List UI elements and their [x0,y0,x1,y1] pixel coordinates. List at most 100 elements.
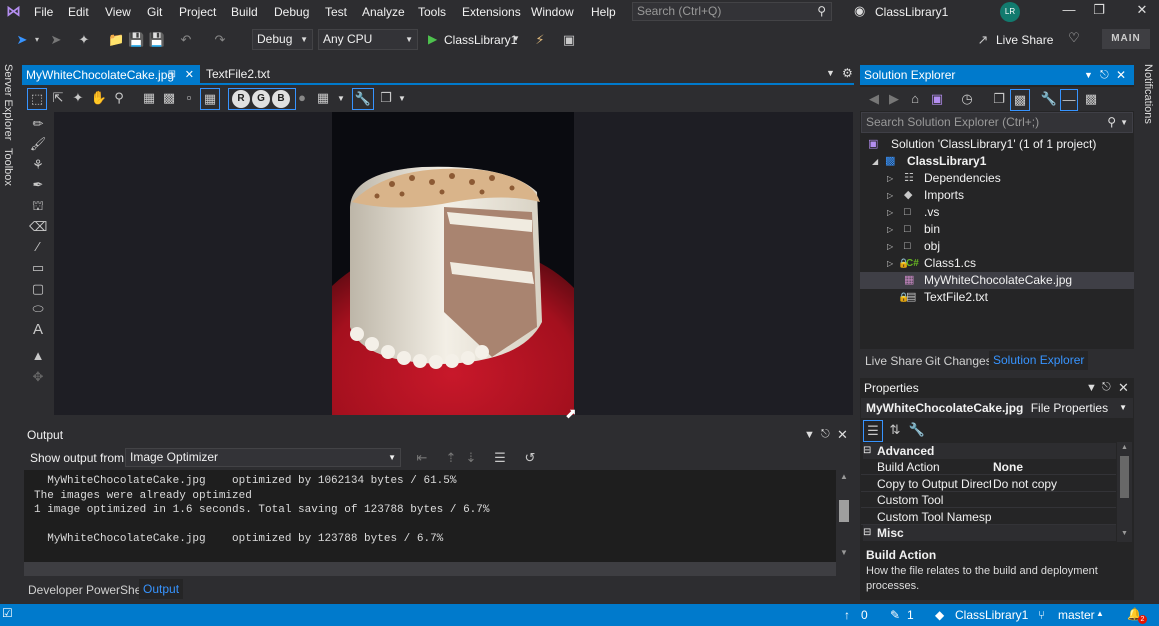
pin-icon[interactable]: ⊞ [168,65,176,85]
tree-item-obj-folder[interactable]: ▷ □ obj [860,238,1134,255]
property-pages-icon[interactable]: 🔧 [908,420,926,440]
hot-reload-icon[interactable]: ⚡ [531,30,549,50]
avatar[interactable]: LR [1000,2,1020,22]
se-class-diagram-icon[interactable]: ▩ [1082,89,1100,109]
tab-image-file[interactable]: MyWhiteChocolateCake.jpg ⊞ ✕ [22,65,200,85]
se-pending-changes-icon[interactable]: ◷ [958,89,976,109]
actual-size-icon[interactable]: ▦ [140,88,158,108]
menu-file[interactable]: File [34,5,53,19]
menu-view[interactable]: View [105,5,131,19]
properties-menu-icon[interactable]: ▼ [1086,382,1097,394]
tree-item-class1[interactable]: ▷ 🔒 C# Class1.cs [860,255,1134,272]
gear-icon[interactable]: ⚙ [842,66,853,80]
tab-output[interactable]: Output [139,579,184,599]
red-channel-button[interactable]: R [232,90,250,108]
eraser-icon[interactable]: ⌫ [29,217,47,237]
airbrush-icon[interactable]: ⚘ [29,155,47,175]
previous-message-icon[interactable]: ⇡ [442,448,460,468]
se-show-all-files-icon[interactable]: ▩ [1010,89,1030,111]
output-panel-menu-icon[interactable]: ▼ [804,429,815,441]
ellipse-icon[interactable]: ⬭ [29,299,47,319]
back-icon[interactable]: ➤ [14,30,30,50]
text-icon[interactable]: A [29,320,47,340]
tree-item-dependencies[interactable]: ▷ ☷ Dependencies [860,170,1134,187]
new-project-icon[interactable]: ✦ [76,30,92,50]
alpha-channel-icon[interactable]: ● [294,88,310,108]
ready-icon[interactable]: ☑ [2,606,13,620]
rounded-rectangle-icon[interactable]: ▢ [29,279,47,299]
grid-icon[interactable]: ▦ [200,88,220,110]
green-channel-button[interactable]: G [252,90,270,108]
tree-item-vs-folder[interactable]: ▷ □ .vs [860,204,1134,221]
magic-wand-icon[interactable]: ✦ [70,88,86,108]
clear-all-icon[interactable]: ☰ [490,448,510,468]
repository-icon[interactable]: ◆ [935,608,944,622]
tree-item-imports[interactable]: ▷ ◆ Imports [860,187,1134,204]
menu-extensions[interactable]: Extensions [462,5,521,19]
tab-text-file[interactable]: TextFile2.txt [206,67,270,81]
tab-git-changes[interactable]: Git Changes [925,354,992,368]
menu-analyze[interactable]: Analyze [362,5,405,19]
menu-window[interactable]: Window [531,5,574,19]
properties-close-icon[interactable]: ✕ [1118,380,1129,396]
branch-icon[interactable]: ⑂ [1038,608,1045,622]
save-all-icon[interactable]: 💾 [148,30,166,50]
live-share-icon[interactable]: ↗ [976,30,990,50]
word-wrap-icon[interactable]: ↺ [520,448,540,468]
properties-wrench-icon[interactable]: 🔧 [352,88,374,110]
scroll-down-icon[interactable]: ▼ [840,548,848,557]
rectangle-select-icon[interactable]: ⬚ [27,88,47,110]
tab-live-share[interactable]: Live Share [865,354,922,368]
se-menu-icon[interactable]: ▼ [1084,65,1093,85]
save-icon[interactable]: 💾 [128,30,144,50]
rotate-icon[interactable]: ▲ [29,346,47,366]
property-row-custom-tool-namespace[interactable]: Custom Tool Namespace [861,509,1116,525]
tree-item-project[interactable]: ◢ ▩ ClassLibrary1 [860,153,1134,170]
brush-icon[interactable]: 🖌 [29,134,47,154]
collapsed-arrow-icon[interactable]: ▷ [887,187,893,204]
platform-select[interactable]: Any CPU ▼ [318,29,418,50]
menu-test[interactable]: Test [325,5,347,19]
configuration-select[interactable]: Debug ▼ [252,29,313,50]
pencil-icon[interactable]: ✎ [890,608,900,622]
menu-git[interactable]: Git [147,5,162,19]
open-folder-icon[interactable]: 📁 [108,30,124,50]
rectangle-icon[interactable]: ▭ [29,258,47,278]
scroll-up-icon[interactable]: ▲ [1121,444,1128,451]
global-search-input[interactable]: Search (Ctrl+Q) ⚲ [632,2,832,21]
categorized-icon[interactable]: ☰ [863,420,883,442]
pencil-icon[interactable]: ✏ [29,114,47,134]
transform-icon[interactable]: ✥ [29,367,47,387]
tree-item-textfile[interactable]: 🔒 ▤ TextFile2.txt [860,289,1134,306]
close-icon[interactable]: ✕ [1127,2,1157,22]
menu-help[interactable]: Help [591,5,616,19]
redo-icon[interactable]: ↷ [212,30,228,50]
tab-solution-explorer[interactable]: Solution Explorer [989,351,1089,370]
collapsed-arrow-icon[interactable]: ▷ [887,255,893,272]
pan-hand-icon[interactable]: ✋ [90,88,108,108]
line-icon[interactable]: ∕ [29,237,47,257]
scroll-up-icon[interactable]: ▲ [840,472,848,481]
expanded-arrow-icon[interactable]: ◢ [872,153,878,170]
output-scroll-thumb[interactable] [839,500,849,522]
zoom-to-fit-icon[interactable]: ▩ [160,88,178,108]
branch-up-icon[interactable]: ▲ [1096,609,1104,618]
menu-debug[interactable]: Debug [274,5,309,19]
property-category-advanced[interactable]: ⊟ Advanced [863,443,1116,459]
se-close-icon[interactable]: ✕ [1116,65,1126,85]
se-properties-icon[interactable]: 🔧 [1040,89,1058,109]
lasso-select-icon[interactable]: ⇱ [50,88,66,108]
menu-edit[interactable]: Edit [68,5,89,19]
toolbox-tab[interactable]: Toolbox [2,148,14,186]
collapsed-arrow-icon[interactable]: ▷ [887,238,893,255]
menu-tools[interactable]: Tools [418,5,446,19]
se-pin-icon[interactable]: ⎋ [1100,65,1109,85]
undo-icon[interactable]: ↶ [178,30,194,50]
properties-pin-icon[interactable]: ⎋ [1102,381,1111,394]
se-switch-views-icon[interactable]: ▣ [928,89,946,109]
collapse-icon[interactable]: ⊟ [863,525,871,541]
unpushed-count[interactable]: 0 [861,608,868,622]
scroll-down-icon[interactable]: ▼ [1121,530,1128,537]
se-forward-icon[interactable]: ▶ [886,89,902,109]
tree-item-solution[interactable]: ▣ Solution 'ClassLibrary1' (1 of 1 proje… [860,136,1134,153]
